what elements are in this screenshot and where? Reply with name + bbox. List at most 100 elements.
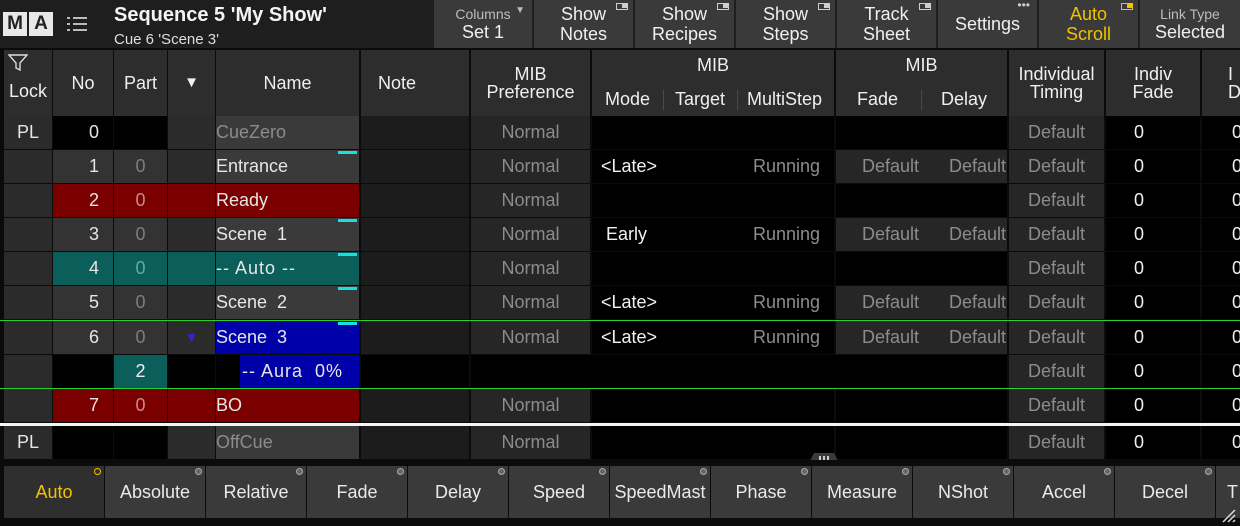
mib-mode-cell[interactable]: <Late> Running bbox=[592, 150, 834, 183]
lock-cell[interactable] bbox=[4, 321, 52, 354]
individual-timing-cell[interactable]: Default bbox=[1009, 286, 1104, 319]
column-header-no[interactable]: No bbox=[53, 50, 113, 116]
indiv-fade-cell[interactable]: 0 bbox=[1106, 355, 1200, 388]
expand-cell[interactable] bbox=[168, 286, 215, 319]
mib-mode-cell[interactable] bbox=[592, 426, 834, 459]
absolute-button[interactable]: Absolute bbox=[105, 466, 205, 518]
mib-timing-cell[interactable]: Default Default bbox=[836, 218, 1007, 251]
note-cell[interactable] bbox=[361, 218, 469, 251]
multistep-header-label[interactable]: MultiStep bbox=[747, 90, 822, 108]
column-header-lock[interactable]: Lock bbox=[4, 50, 52, 116]
mib-mode-cell[interactable]: <Late> Running bbox=[592, 286, 834, 319]
expand-cell[interactable] bbox=[168, 116, 215, 149]
column-header-name[interactable]: Name bbox=[216, 50, 359, 116]
indiv-fade-cell[interactable]: 0 bbox=[1106, 150, 1200, 183]
part-cell[interactable] bbox=[114, 426, 167, 459]
list-menu-icon[interactable] bbox=[66, 14, 88, 34]
no-cell[interactable]: 3 bbox=[53, 218, 113, 251]
mib-preference-cell[interactable]: Normal bbox=[471, 150, 590, 183]
mib-timing-cell[interactable]: Default Default bbox=[836, 321, 1007, 354]
column-header-individual-timing[interactable]: Individual Timing bbox=[1009, 50, 1104, 116]
name-cell[interactable]: Entrance bbox=[216, 150, 359, 183]
indiv-fade-cell[interactable]: 0 bbox=[1106, 321, 1200, 354]
lock-cell[interactable]: PL bbox=[4, 116, 52, 149]
indiv-delay-cell[interactable]: 0 bbox=[1202, 184, 1240, 217]
delay-button[interactable]: Delay bbox=[408, 466, 508, 518]
nshot-button[interactable]: NShot bbox=[913, 466, 1013, 518]
delay-header-label[interactable]: Delay bbox=[941, 90, 987, 108]
link-type-button[interactable]: Link Type Selected bbox=[1138, 0, 1240, 48]
name-cell[interactable]: Ready bbox=[216, 184, 359, 217]
mode-header-label[interactable]: Mode bbox=[605, 90, 650, 108]
column-header-part[interactable]: Part bbox=[114, 50, 167, 116]
accel-button[interactable]: Accel bbox=[1014, 466, 1114, 518]
table-row-cue-3[interactable]: 3 0 Scene 1 Normal Early Running Default D… bbox=[0, 218, 1240, 251]
filter-icon[interactable] bbox=[8, 54, 28, 72]
indiv-delay-cell[interactable]: 0 bbox=[1202, 252, 1240, 285]
lock-cell[interactable] bbox=[4, 218, 52, 251]
no-cell[interactable]: 0 bbox=[53, 116, 113, 149]
indiv-delay-cell[interactable]: 0 bbox=[1202, 355, 1240, 388]
individual-timing-cell[interactable]: Default bbox=[1009, 355, 1104, 388]
note-cell[interactable] bbox=[361, 150, 469, 183]
mib-timing-cell[interactable] bbox=[836, 252, 1007, 285]
table-row-cue-2[interactable]: 2 0 Ready Normal Default 0 0 bbox=[0, 184, 1240, 217]
measure-button[interactable]: Measure bbox=[812, 466, 912, 518]
lock-cell[interactable] bbox=[4, 184, 52, 217]
expand-cell[interactable] bbox=[168, 150, 215, 183]
mib-preference-cell[interactable]: Normal bbox=[471, 426, 590, 459]
lock-cell[interactable] bbox=[4, 150, 52, 183]
part-cell[interactable]: 0 bbox=[114, 184, 167, 217]
mib-mode-cell[interactable] bbox=[592, 116, 834, 149]
show-notes-button[interactable]: Show Notes bbox=[532, 0, 633, 48]
table-row-cue-1[interactable]: 1 0 Entrance Normal <Late> Running Defaul… bbox=[0, 150, 1240, 183]
no-cell[interactable]: 6 bbox=[53, 321, 113, 354]
table-row-cue-5[interactable]: 5 0 Scene 2 Normal <Late> Running Default… bbox=[0, 286, 1240, 319]
expand-down-icon[interactable]: ▼ bbox=[168, 321, 215, 354]
mib-preference-cell[interactable]: Normal bbox=[471, 218, 590, 251]
expand-cell[interactable] bbox=[168, 389, 215, 422]
name-cell[interactable]: OffCue bbox=[216, 426, 359, 459]
note-cell[interactable] bbox=[361, 389, 469, 422]
note-cell[interactable] bbox=[361, 116, 469, 149]
note-cell[interactable] bbox=[361, 321, 469, 354]
indiv-delay-cell[interactable]: 0 bbox=[1202, 321, 1240, 354]
mib-mode-cell[interactable]: <Late> Running bbox=[592, 321, 834, 354]
individual-timing-cell[interactable]: Default bbox=[1009, 184, 1104, 217]
mib-mode-cell[interactable] bbox=[592, 252, 834, 285]
show-steps-button[interactable]: Show Steps bbox=[734, 0, 835, 48]
individual-timing-cell[interactable]: Default bbox=[1009, 321, 1104, 354]
columns-button[interactable]: ▼ Columns Set 1 bbox=[432, 0, 532, 48]
fade-button[interactable]: Fade bbox=[307, 466, 407, 518]
part-cell[interactable]: 0 bbox=[114, 252, 167, 285]
indiv-fade-cell[interactable]: 0 bbox=[1106, 116, 1200, 149]
mib-cell[interactable] bbox=[471, 355, 1007, 388]
no-cell[interactable] bbox=[53, 426, 113, 459]
fade-header-label[interactable]: Fade bbox=[857, 90, 898, 108]
indiv-delay-cell[interactable]: 0 bbox=[1202, 218, 1240, 251]
mib-timing-cell[interactable] bbox=[836, 426, 1007, 459]
indiv-fade-cell[interactable]: 0 bbox=[1106, 184, 1200, 217]
settings-button[interactable]: ••• Settings bbox=[936, 0, 1037, 48]
timing-mode-auto-button[interactable]: Auto bbox=[4, 466, 104, 518]
name-cell[interactable]: Scene 3 bbox=[216, 321, 359, 354]
expand-cell[interactable] bbox=[168, 218, 215, 251]
mib-timing-cell[interactable] bbox=[836, 389, 1007, 422]
mib-timing-cell[interactable]: Default Default bbox=[836, 150, 1007, 183]
speedmast-button[interactable]: SpeedMast bbox=[610, 466, 710, 518]
part-cell[interactable]: 2 bbox=[114, 355, 167, 388]
decel-button[interactable]: Decel bbox=[1115, 466, 1215, 518]
column-header-note[interactable]: Note bbox=[361, 50, 469, 116]
lock-cell[interactable] bbox=[4, 389, 52, 422]
mib-preference-cell[interactable]: Normal bbox=[471, 116, 590, 149]
show-recipes-button[interactable]: Show Recipes bbox=[633, 0, 734, 48]
indiv-fade-cell[interactable]: 0 bbox=[1106, 426, 1200, 459]
indiv-fade-cell[interactable]: 0 bbox=[1106, 389, 1200, 422]
relative-button[interactable]: Relative bbox=[206, 466, 306, 518]
note-cell[interactable] bbox=[361, 286, 469, 319]
note-cell[interactable] bbox=[361, 355, 469, 388]
indiv-delay-cell[interactable]: 0 bbox=[1202, 286, 1240, 319]
no-cell[interactable]: 1 bbox=[53, 150, 113, 183]
table-row-cue-7[interactable]: 7 0 BO Normal Default 0 0 bbox=[0, 389, 1240, 422]
name-cell[interactable]: CueZero bbox=[216, 116, 359, 149]
